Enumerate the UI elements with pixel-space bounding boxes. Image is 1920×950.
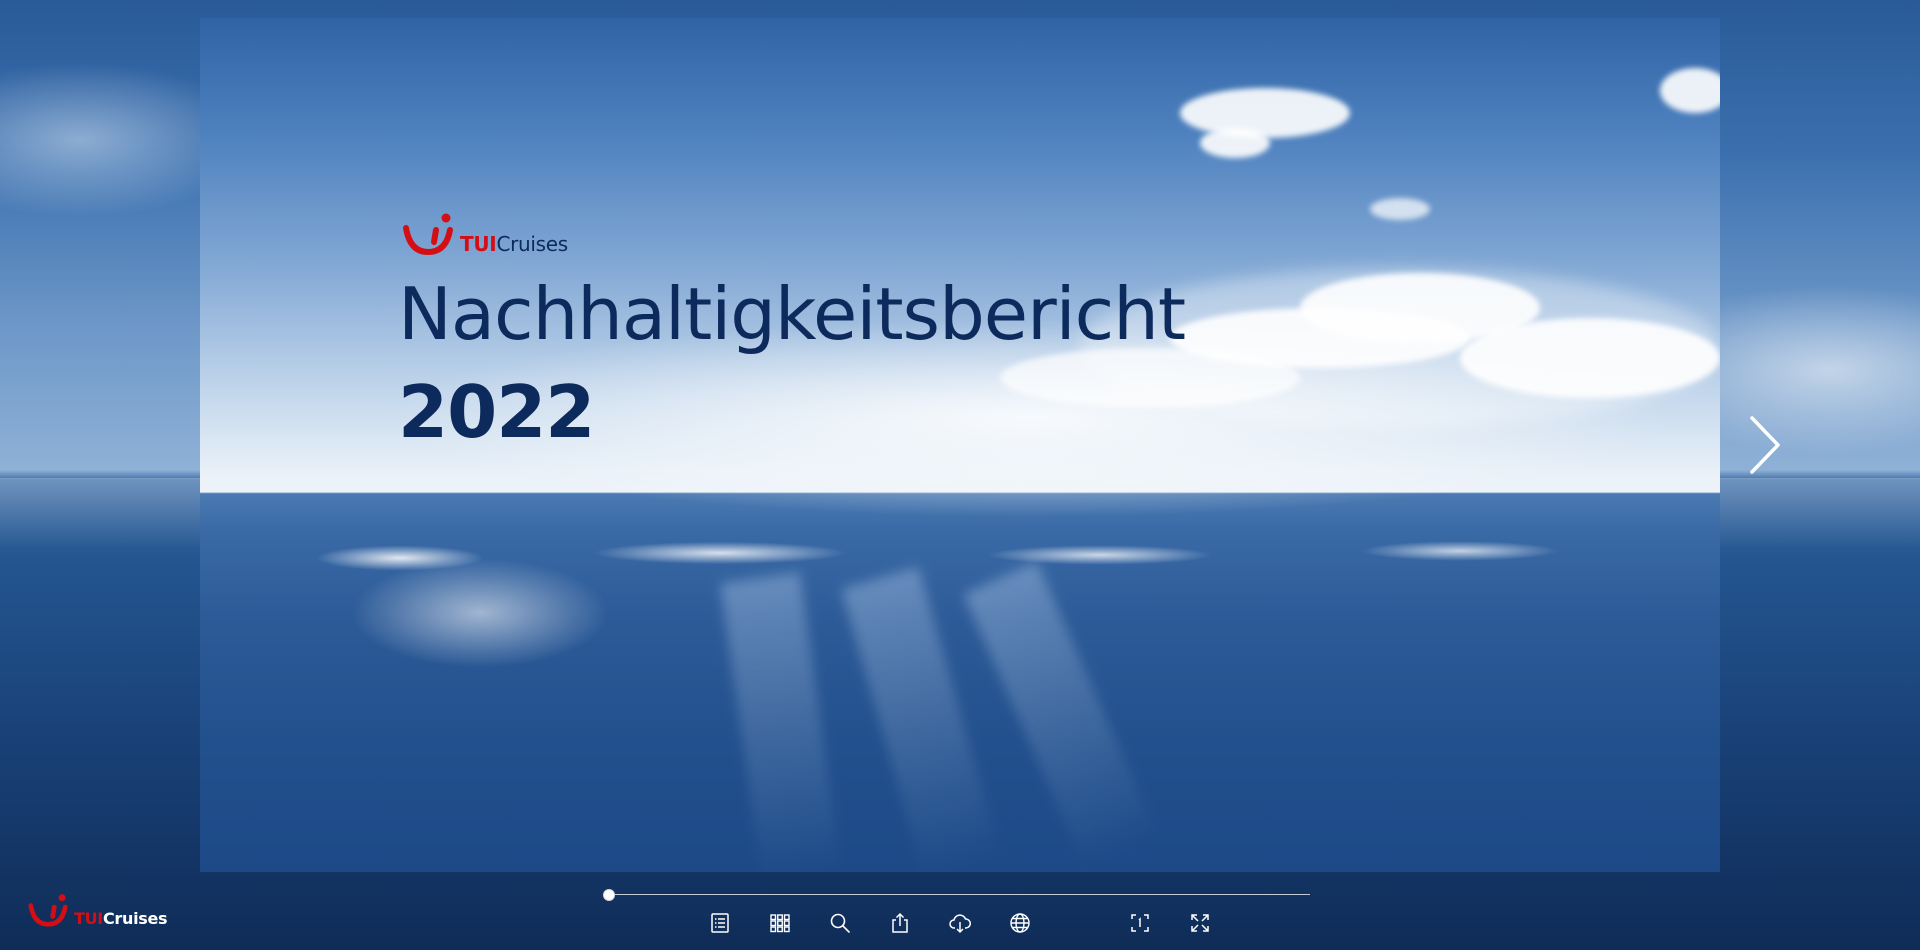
cloud (1460, 318, 1720, 398)
fullscreen-button[interactable] (1185, 908, 1215, 938)
list-icon (711, 913, 729, 933)
cloud (1200, 128, 1270, 158)
table-of-contents-button[interactable] (705, 908, 735, 938)
light-ray (963, 561, 1159, 869)
grid-icon (770, 914, 790, 933)
brand-cruises: Cruises (496, 232, 568, 256)
viewer-toolbar (0, 908, 1920, 938)
document-year: 2022 (398, 370, 595, 454)
slider-handle[interactable] (603, 889, 615, 901)
thumbnails-button[interactable] (765, 908, 795, 938)
tui-smile-icon (403, 213, 453, 256)
cloud (1370, 198, 1430, 220)
tui-cruises-logo: TUICruises (402, 212, 568, 258)
cloud (1000, 348, 1300, 408)
cloud (1180, 88, 1350, 138)
cloud (1660, 68, 1720, 113)
fit-screen-icon (1131, 914, 1149, 932)
globe-icon (1010, 913, 1030, 933)
share-icon (892, 912, 908, 933)
chevron-right-icon (1750, 416, 1780, 474)
brand-wordmark: TUICruises (460, 232, 568, 256)
download-button[interactable] (945, 908, 975, 938)
share-button[interactable] (885, 908, 915, 938)
search-button[interactable] (825, 908, 855, 938)
fit-page-button[interactable] (1125, 908, 1155, 938)
brand-tui: TUI (460, 232, 497, 256)
page-progress-slider[interactable] (603, 888, 1310, 902)
light-ray (720, 572, 842, 872)
search-icon (830, 913, 850, 933)
page-cover: TUICruises Nachhaltigkeitsbericht 2022 (200, 18, 1720, 872)
cloud-download-icon (949, 914, 971, 934)
next-page-button[interactable] (1740, 410, 1790, 480)
document-title: Nachhaltigkeitsbericht (398, 272, 1186, 356)
slider-track (608, 894, 1310, 895)
language-button[interactable] (1005, 908, 1035, 938)
water-splash (350, 558, 610, 668)
fullscreen-icon (1191, 914, 1209, 932)
